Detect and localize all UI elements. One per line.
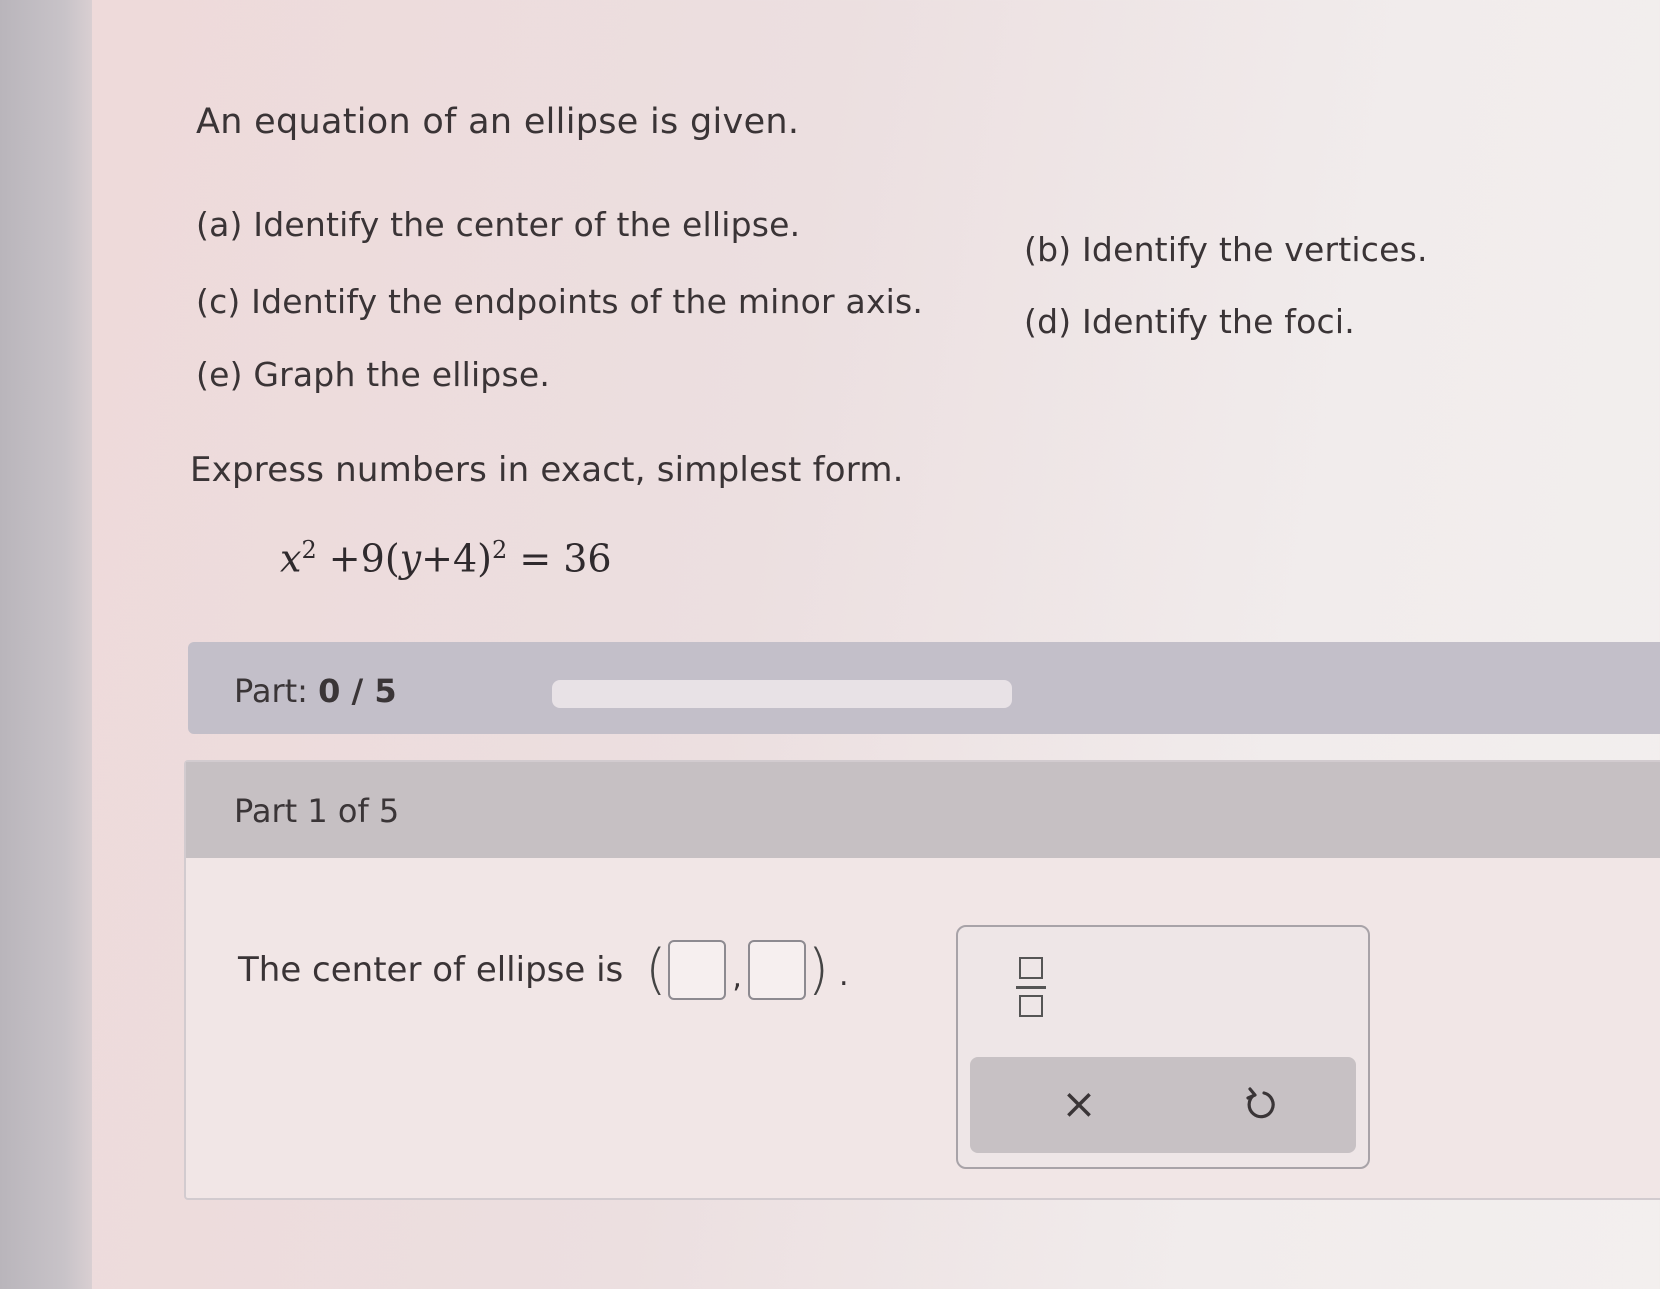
progress-prefix: Part: (234, 672, 308, 710)
denominator-box (1019, 995, 1043, 1017)
task-e: (e) Graph the ellipse. (196, 355, 551, 394)
progress-count: 0 / 5 (318, 672, 397, 710)
undo-icon-graphic (1246, 1087, 1275, 1119)
undo-icon[interactable] (1240, 1083, 1284, 1127)
question-row: The center of ellipse is ( , ) . (238, 940, 849, 1000)
progress-label: Part: 0 / 5 (234, 672, 397, 710)
clear-button[interactable]: × (1056, 1081, 1102, 1127)
question-text: The center of ellipse is (238, 950, 624, 990)
comma: , (732, 959, 742, 995)
equation-y-exponent: 2 (491, 536, 508, 564)
progress-track (552, 680, 1012, 708)
numerator-box (1019, 957, 1043, 979)
center-x-input[interactable] (668, 940, 727, 1000)
screen-bezel (0, 0, 92, 1289)
task-c: (c) Identify the endpoints of the minor … (196, 282, 924, 321)
center-y-input[interactable] (747, 940, 806, 1000)
instruction-text: Express numbers in exact, simplest form. (190, 450, 904, 490)
math-toolbox: × (956, 925, 1370, 1169)
part-header: Part 1 of 5 (186, 762, 1660, 858)
ellipse-equation: x2 +9(y+4)2 = 36 (280, 536, 612, 581)
fraction-icon[interactable] (1016, 957, 1046, 1017)
open-paren: ( (645, 938, 667, 1001)
equation-y: y (399, 536, 422, 581)
task-a: (a) Identify the center of the ellipse. (196, 205, 801, 244)
equation-middle: +9( (316, 536, 400, 581)
close-paren: ) (807, 938, 829, 1001)
equation-x: x (280, 536, 302, 581)
progress-bar: Part: 0 / 5 (188, 642, 1660, 734)
task-d: (d) Identify the foci. (1024, 302, 1355, 341)
part-title: Part 1 of 5 (234, 792, 400, 830)
equation-x-exponent: 2 (301, 536, 317, 564)
fraction-bar (1016, 985, 1046, 989)
period: . (838, 957, 849, 993)
problem-page: An equation of an ellipse is given. (a) … (92, 0, 1660, 1289)
toolbox-actions: × (970, 1057, 1356, 1153)
part-panel: Part 1 of 5 The center of ellipse is ( ,… (184, 760, 1660, 1200)
equation-inner: +4) (421, 536, 492, 581)
equation-rhs: = 36 (507, 536, 612, 581)
problem-intro: An equation of an ellipse is given. (196, 102, 800, 142)
task-b: (b) Identify the vertices. (1024, 230, 1428, 269)
